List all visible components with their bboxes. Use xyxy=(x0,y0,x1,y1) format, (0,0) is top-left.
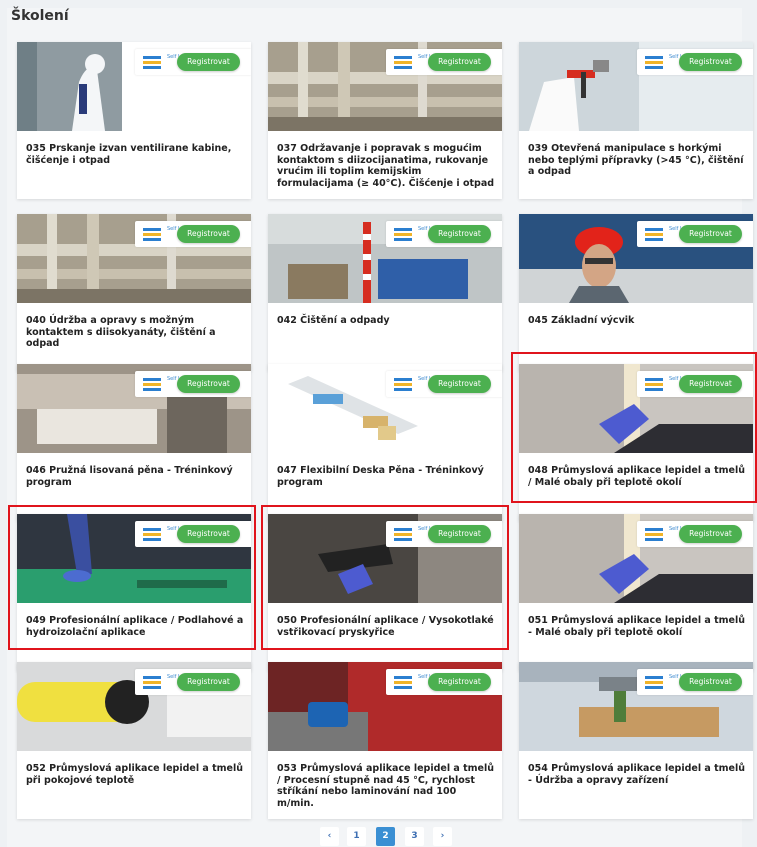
course-title[interactable]: 037 Održavanje i popravak s mogućim kont… xyxy=(277,143,495,189)
course-card[interactable]: Self LearningRegistrovat037 Održavanje i… xyxy=(268,42,502,199)
course-title[interactable]: 045 Základní výcvik xyxy=(528,315,746,327)
register-button[interactable]: Registrovat xyxy=(428,225,491,243)
pagination-page-1[interactable]: 1 xyxy=(347,827,366,846)
course-title[interactable]: 047 Flexibilní Deska Pěna - Tréninkový p… xyxy=(277,465,495,488)
course-title[interactable]: 035 Prskanje izvan ventilirane kabine, č… xyxy=(26,143,244,166)
register-button[interactable]: Registrovat xyxy=(679,673,742,691)
course-card[interactable]: Self LearningRegistrovat039 Otevřená man… xyxy=(519,42,753,199)
course-card[interactable]: Self LearningRegistrovat040 Údržba a opr… xyxy=(17,214,251,371)
course-card[interactable]: Self LearningRegistrovat051 Průmyslová a… xyxy=(519,514,753,671)
self-learning-logo-icon xyxy=(143,228,161,241)
course-card[interactable]: Self LearningRegistrovat042 Čištění a od… xyxy=(268,214,502,371)
course-card[interactable]: Self LearningRegistrovat052 Průmyslová a… xyxy=(17,662,251,819)
register-button[interactable]: Registrovat xyxy=(679,53,742,71)
page-title: Školení xyxy=(11,8,69,24)
course-card[interactable]: Self LearningRegistrovat046 Pružná lisov… xyxy=(17,364,251,521)
pagination-next-button[interactable]: › xyxy=(433,827,452,846)
register-button[interactable]: Registrovat xyxy=(679,225,742,243)
register-button[interactable]: Registrovat xyxy=(428,673,491,691)
self-learning-logo-icon xyxy=(394,56,412,69)
course-card[interactable]: Self LearningRegistrovat035 Prskanje izv… xyxy=(17,42,251,199)
self-learning-logo-icon xyxy=(394,228,412,241)
course-title[interactable]: 053 Průmyslová aplikace lepidel a tmelů … xyxy=(277,763,495,809)
self-learning-logo-icon xyxy=(645,56,663,69)
course-card[interactable]: Self LearningRegistrovat053 Průmyslová a… xyxy=(268,662,502,819)
self-learning-logo-icon xyxy=(143,378,161,391)
course-title[interactable]: 052 Průmyslová aplikace lepidel a tmelů … xyxy=(26,763,244,786)
course-card[interactable]: Self LearningRegistrovat045 Základní výc… xyxy=(519,214,753,371)
selection-highlight xyxy=(8,505,256,650)
register-button[interactable]: Registrovat xyxy=(428,375,491,393)
self-learning-logo-icon xyxy=(645,676,663,689)
course-title[interactable]: 042 Čištění a odpady xyxy=(277,315,495,327)
register-button[interactable]: Registrovat xyxy=(177,53,240,71)
self-learning-logo-icon xyxy=(645,528,663,541)
self-learning-logo-icon xyxy=(143,676,161,689)
register-button[interactable]: Registrovat xyxy=(177,673,240,691)
pagination: ‹ 1 2 3 › xyxy=(0,827,757,847)
course-title[interactable]: 040 Údržba a opravy s možným kontaktem s… xyxy=(26,315,244,350)
self-learning-logo-icon xyxy=(394,378,412,391)
selection-highlight xyxy=(261,505,509,650)
register-button[interactable]: Registrovat xyxy=(177,225,240,243)
course-title[interactable]: 046 Pružná lisovaná pěna - Tréninkový pr… xyxy=(26,465,244,488)
pagination-page-2[interactable]: 2 xyxy=(376,827,395,846)
pagination-prev-button[interactable]: ‹ xyxy=(320,827,339,846)
course-title[interactable]: 039 Otevřená manipulace s horkými nebo t… xyxy=(528,143,746,178)
self-learning-logo-icon xyxy=(143,56,161,69)
self-learning-logo-icon xyxy=(645,228,663,241)
pagination-page-3[interactable]: 3 xyxy=(405,827,424,846)
course-card[interactable]: Self LearningRegistrovat054 Průmyslová a… xyxy=(519,662,753,819)
selection-highlight xyxy=(511,352,757,503)
register-button[interactable]: Registrovat xyxy=(679,525,742,543)
course-card[interactable]: Self LearningRegistrovat047 Flexibilní D… xyxy=(268,364,502,521)
self-learning-logo-icon xyxy=(394,676,412,689)
course-title[interactable]: 054 Průmyslová aplikace lepidel a tmelů … xyxy=(528,763,746,786)
register-button[interactable]: Registrovat xyxy=(428,53,491,71)
course-title[interactable]: 051 Průmyslová aplikace lepidel a tmelů … xyxy=(528,615,746,638)
register-button[interactable]: Registrovat xyxy=(177,375,240,393)
